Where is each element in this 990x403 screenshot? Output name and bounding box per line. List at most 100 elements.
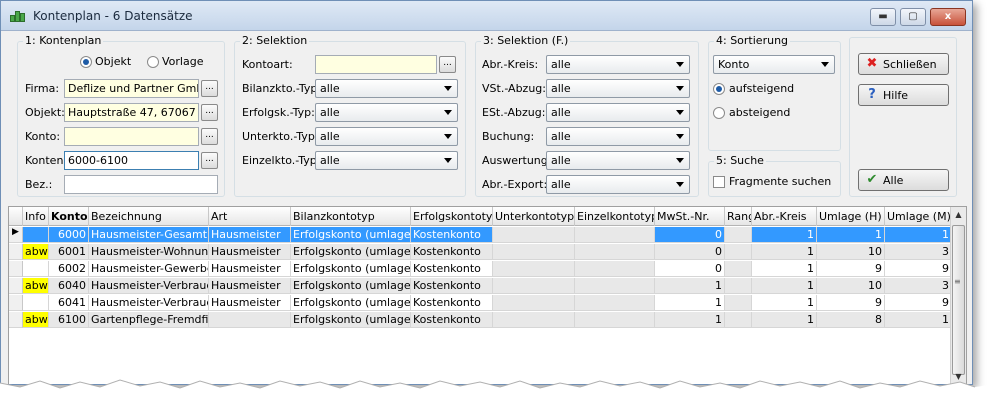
cell-unter[interactable] <box>493 244 575 260</box>
cell-konto[interactable]: 6001 <box>49 244 89 260</box>
cell-abr[interactable]: 1 <box>752 227 817 243</box>
cell-mwst[interactable]: 1 <box>655 312 725 328</box>
column-header-konto[interactable]: Konto <box>49 207 89 226</box>
cell-bilanz[interactable]: Erfolgskonto (umlagefähig) <box>291 244 411 260</box>
cell-uh[interactable]: 8 <box>817 312 885 328</box>
row-header[interactable] <box>9 312 23 328</box>
cell-art[interactable]: Hausmeister <box>209 244 291 260</box>
cell-einzel[interactable] <box>575 278 655 294</box>
row-header[interactable]: ▶ <box>9 227 23 243</box>
bilanzkto-typ-select[interactable]: alle <box>315 79 458 98</box>
cell-erfolg[interactable]: Kostenkonto <box>411 295 493 311</box>
erfolgsk-typ-select[interactable]: alle <box>315 103 458 122</box>
column-header-unter[interactable]: Unterkontotyp <box>493 207 575 226</box>
abr-export-select[interactable]: alle <box>546 175 690 194</box>
cell-uh[interactable]: 1 <box>817 227 885 243</box>
cell-konto[interactable]: 6040 <box>49 278 89 294</box>
cell-um[interactable]: 1 <box>885 227 952 243</box>
cell-art[interactable]: Hausmeister <box>209 278 291 294</box>
column-header-erfolg[interactable]: Erfolgskontotyp <box>411 207 493 226</box>
unterkto-typ-select[interactable]: alle <box>315 127 458 146</box>
minimize-button[interactable]: ▬ <box>870 8 896 26</box>
cell-art[interactable]: Hausmeister <box>209 295 291 311</box>
cell-mwst[interactable]: 0 <box>655 227 725 243</box>
row-header[interactable] <box>9 244 23 260</box>
kontoart-field[interactable] <box>315 55 437 74</box>
cell-um[interactable]: 1 <box>885 312 952 328</box>
cell-abr[interactable]: 1 <box>752 278 817 294</box>
maximize-button[interactable]: ▢ <box>900 8 926 26</box>
column-header-info[interactable]: Info <box>23 207 49 226</box>
cell-um[interactable]: 9 <box>885 295 952 311</box>
cell-abr[interactable]: 1 <box>752 261 817 277</box>
cell-konto[interactable]: 6100 <box>49 312 89 328</box>
einzelkto-typ-select[interactable]: alle <box>315 151 458 170</box>
table-row[interactable]: abw6001Hausmeister-WohnungenHausmeisterE… <box>9 244 952 260</box>
cell-unter[interactable] <box>493 278 575 294</box>
cell-uh[interactable]: 9 <box>817 261 885 277</box>
firma-browse-button[interactable]: ... <box>201 80 218 97</box>
cell-erfolg[interactable]: Kostenkonto <box>411 227 493 243</box>
column-header-art[interactable]: Art <box>209 207 291 226</box>
cell-bez[interactable]: Hausmeister-Verbrauchsmaterial <box>89 278 209 294</box>
cell-konto[interactable]: 6000 <box>49 227 89 243</box>
schliessen-button[interactable]: ✖ Schließen <box>858 53 949 75</box>
radio-objekt[interactable] <box>80 56 92 68</box>
objekt-field[interactable]: Hauptstraße 47, 67067 Lud <box>64 103 199 122</box>
cell-erfolg[interactable]: Kostenkonto <box>411 261 493 277</box>
column-header-bilanz[interactable]: Bilanzkontotyp <box>291 207 411 226</box>
table-row[interactable]: 6041Hausmeister-VerbrauchsmaterialHausme… <box>9 295 952 311</box>
konten-browse-button[interactable]: ... <box>201 152 218 169</box>
cell-um[interactable]: 9 <box>885 261 952 277</box>
cell-bez[interactable]: Hausmeister-Wohnungen <box>89 244 209 260</box>
cell-bilanz[interactable]: Erfolgskonto (umlagefähig) <box>291 312 411 328</box>
cell-bilanz[interactable]: Erfolgskonto (umlagefähig) <box>291 261 411 277</box>
konten-field[interactable]: 6000-6100 <box>64 151 199 170</box>
cell-info[interactable]: abw <box>23 244 49 260</box>
cell-bez[interactable]: Gartenpflege-Fremdfirma <box>89 312 209 328</box>
vst-abzug-select[interactable]: alle <box>546 79 690 98</box>
cell-abr[interactable]: 1 <box>752 312 817 328</box>
radio-vorlage[interactable] <box>147 56 159 68</box>
cell-uh[interactable]: 10 <box>817 244 885 260</box>
cell-rang[interactable] <box>725 227 752 243</box>
table-row[interactable]: ▶ 6000Hausmeister-GesamtkostenHausmeister… <box>9 227 952 243</box>
column-header-um[interactable]: Umlage (M) <box>885 207 952 226</box>
cell-rang[interactable] <box>725 278 752 294</box>
vertical-scrollbar[interactable]: ▲ ≡ ▼ <box>950 207 966 384</box>
cell-konto[interactable]: 6002 <box>49 261 89 277</box>
cell-bez[interactable]: Hausmeister-Gewerbe <box>89 261 209 277</box>
cell-einzel[interactable] <box>575 295 655 311</box>
scroll-up-icon[interactable]: ▲ <box>952 208 965 222</box>
cell-erfolg[interactable]: Kostenkonto <box>411 312 493 328</box>
row-header[interactable] <box>9 295 23 311</box>
cell-rang[interactable] <box>725 312 752 328</box>
cell-mwst[interactable]: 1 <box>655 278 725 294</box>
cell-bez[interactable]: Hausmeister-Gesamtkosten <box>89 227 209 243</box>
est-abzug-select[interactable]: alle <box>546 103 690 122</box>
cell-uh[interactable]: 9 <box>817 295 885 311</box>
cell-bilanz[interactable]: Erfolgskonto (umlagefähig) <box>291 227 411 243</box>
cell-art[interactable] <box>209 312 291 328</box>
table-row[interactable]: 6002 Hausmeister-Gewerbe Hausmeister Erfolg… <box>9 261 952 277</box>
cell-info[interactable] <box>23 261 49 277</box>
cell-rang[interactable] <box>725 295 752 311</box>
fragmente-checkbox[interactable] <box>713 176 725 188</box>
cell-mwst[interactable]: 0 <box>655 244 725 260</box>
column-header-mwst[interactable]: MwSt.-Nr. <box>655 207 725 226</box>
cell-bez[interactable]: Hausmeister-Verbrauchsmaterial <box>89 295 209 311</box>
row-header[interactable] <box>9 278 23 294</box>
table-row[interactable]: abw6100Gartenpflege-Fremdfirma Erfolgskon… <box>9 312 952 328</box>
buchung-select[interactable]: alle <box>546 127 690 146</box>
hilfe-button[interactable]: ? Hilfe <box>858 84 949 106</box>
cell-rang[interactable] <box>725 244 752 260</box>
cell-mwst[interactable]: 0 <box>655 261 725 277</box>
alle-button[interactable]: ✔ Alle <box>858 169 949 191</box>
auswertung-select[interactable]: alle <box>546 151 690 170</box>
cell-unter[interactable] <box>493 295 575 311</box>
cell-bilanz[interactable]: Erfolgskonto (umlagefähig) <box>291 278 411 294</box>
cell-unter[interactable] <box>493 312 575 328</box>
konto-field[interactable] <box>64 127 199 146</box>
cell-unter[interactable] <box>493 261 575 277</box>
cell-einzel[interactable] <box>575 312 655 328</box>
